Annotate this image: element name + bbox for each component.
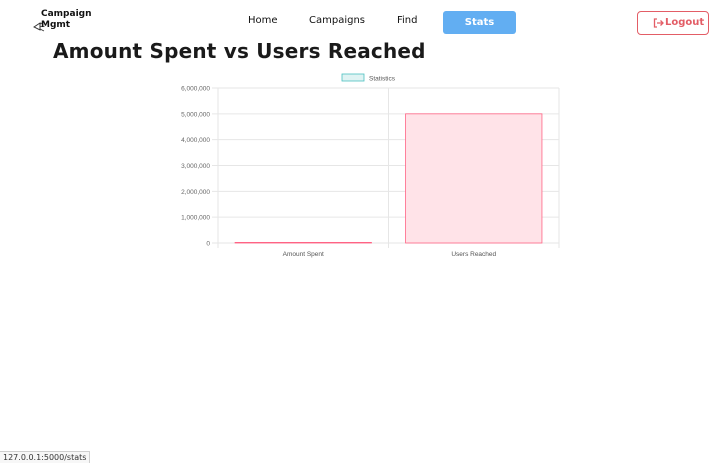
nav-campaigns[interactable]: Campaigns: [309, 15, 365, 26]
legend-swatch: [341, 73, 365, 82]
y-tick-label: 2,000,000: [181, 189, 210, 196]
legend-label: Statistics: [369, 76, 396, 83]
y-tick-label: 5,000,000: [181, 111, 210, 118]
logout-icon: [653, 18, 664, 28]
x-tick-label: Amount Spent: [283, 251, 324, 258]
navbar: Campaign Mgmt Home Campaigns Find Stats …: [0, 0, 709, 44]
nav-find[interactable]: Find: [397, 15, 418, 26]
y-tick-label: 1,000,000: [181, 215, 210, 222]
logout-label: Logout: [665, 17, 705, 28]
x-tick-label: Users Reached: [451, 251, 496, 258]
logout-button[interactable]: Logout: [637, 11, 709, 35]
bar: [234, 241, 372, 244]
bar: [405, 113, 543, 244]
y-tick-label: 3,000,000: [181, 163, 210, 170]
stats-bar-chart: 0 1,000,000 2,000,000 3,000,000 4,000,000 5,0…: [181, 73, 560, 258]
nav-stats[interactable]: Stats: [443, 11, 516, 34]
y-tick-label: 6,000,000: [181, 86, 210, 93]
brand-line-2: Mgmt: [41, 20, 71, 30]
page-title: Amount Spent vs Users Reached: [53, 39, 426, 63]
y-tick-label: 4,000,000: [181, 137, 210, 144]
brand-line-1: Campaign: [41, 9, 92, 19]
nav-home[interactable]: Home: [248, 15, 278, 26]
y-tick-label: 0: [206, 241, 210, 248]
brand-logo[interactable]: Campaign Mgmt: [32, 9, 102, 37]
status-bar-url: 127.0.0.1:5000/stats: [0, 451, 91, 463]
